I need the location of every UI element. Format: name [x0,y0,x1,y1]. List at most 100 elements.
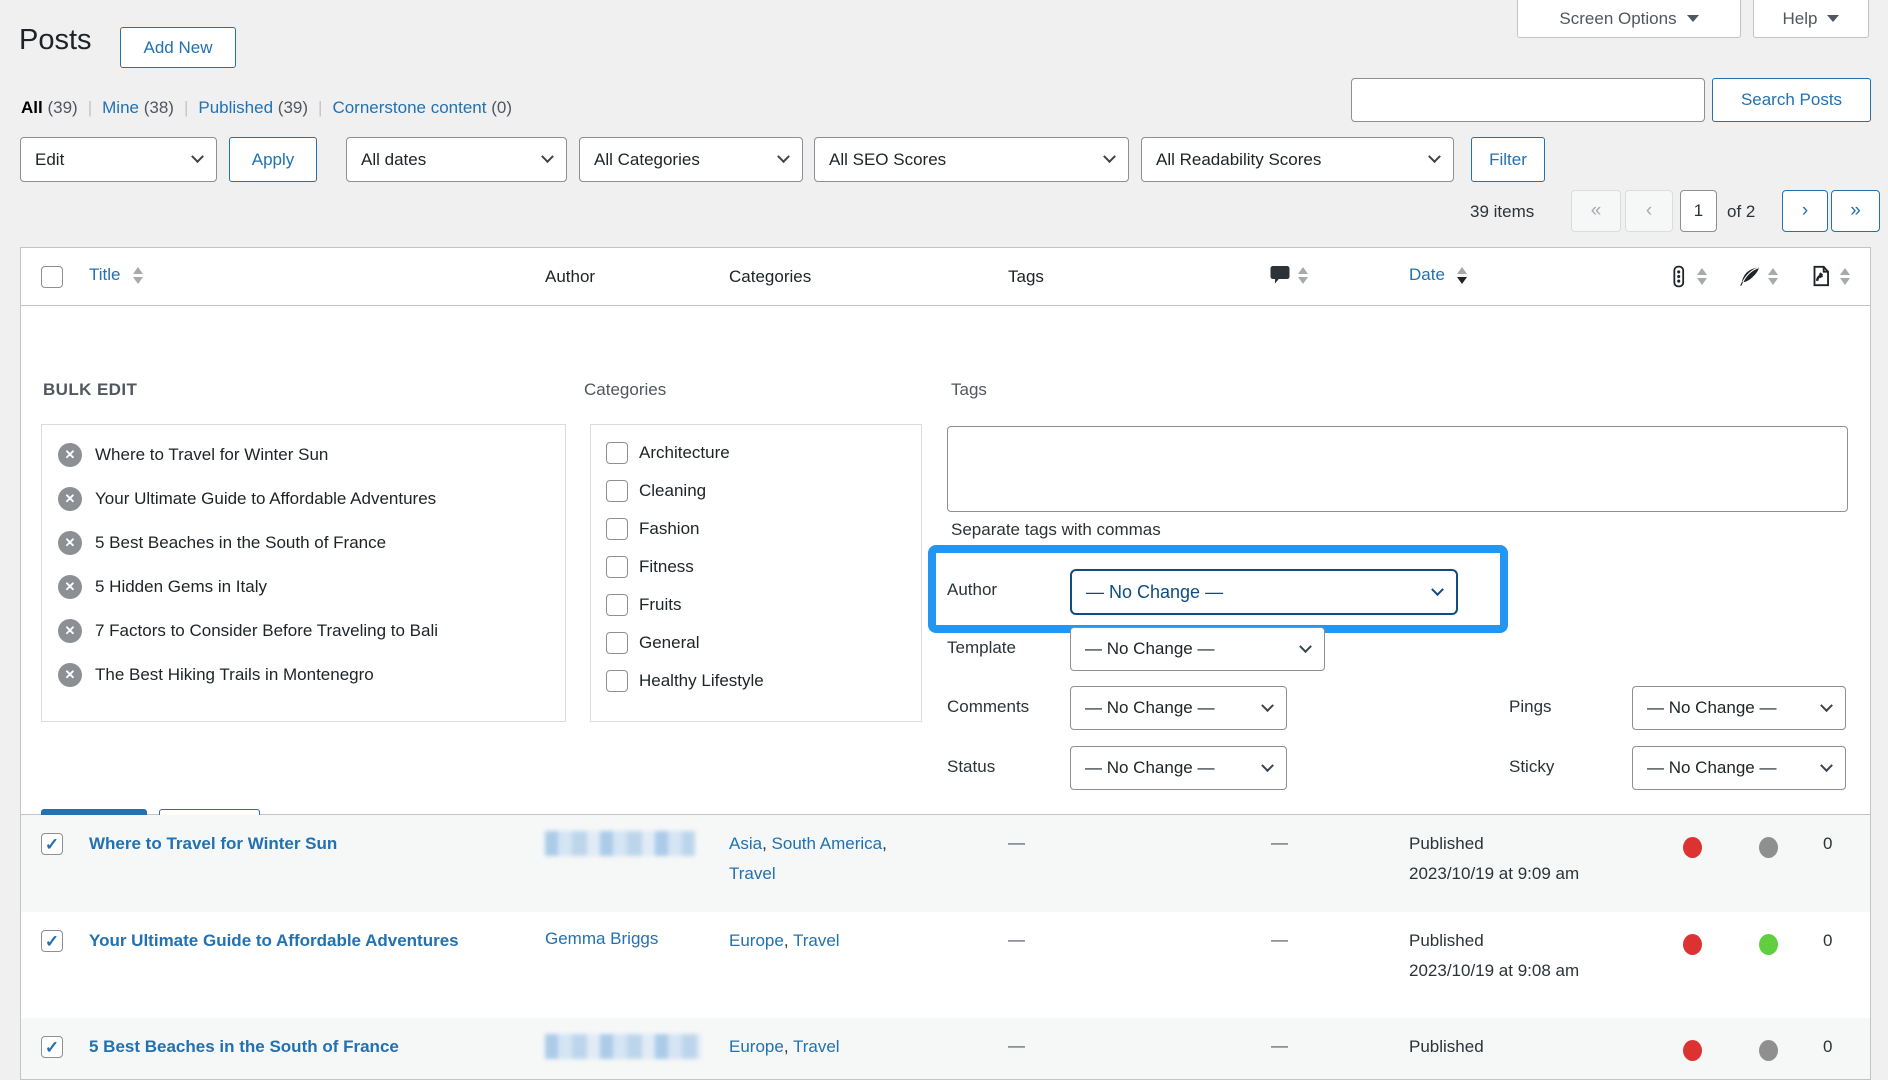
pings-select[interactable]: — No Change — [1632,686,1846,730]
bulk-category-checkbox[interactable] [606,594,628,616]
author-select-value: — No Change — [1086,581,1224,602]
bulk-action-select[interactable]: Edit [20,137,217,182]
readability-score-dot [1759,1040,1778,1061]
date-info: Published 2023/10/19 at 9:09 am [1409,834,1580,883]
help-label: Help [1782,8,1818,28]
chevron-down-icon [1431,582,1444,596]
author-redacted[interactable] [545,1034,701,1059]
row-checkbox[interactable] [41,1036,63,1058]
tags-textarea[interactable] [947,426,1848,512]
remove-post-icon[interactable]: ✕ [58,531,82,555]
view-mine-link[interactable]: Mine (38) [102,98,174,117]
comments-select[interactable]: — No Change — [1070,686,1287,730]
chevron-down-icon [1261,758,1274,772]
column-cornerstone[interactable] [1808,263,1850,289]
current-page-input[interactable] [1680,190,1717,232]
category-link[interactable]: Europe [729,931,784,950]
caret-down-icon [1686,15,1699,22]
first-page-button[interactable]: « [1571,190,1621,232]
column-categories: Categories [729,267,812,286]
add-new-button[interactable]: Add New [120,27,236,68]
bulk-category-checkbox[interactable] [606,442,628,464]
bulk-category-item: Cleaning [606,472,906,510]
comments-empty-dash: — [1271,833,1288,852]
category-link[interactable]: South America [772,834,883,853]
search-input[interactable] [1351,78,1705,122]
status-select[interactable]: — No Change — [1070,746,1287,790]
dates-filter-select[interactable]: All dates [346,137,567,182]
remove-post-icon[interactable]: ✕ [58,619,82,643]
help-button[interactable]: Help [1753,0,1869,38]
dates-filter-value: All dates [361,149,427,169]
view-all-link[interactable]: All (39) [21,98,78,117]
post-title-link[interactable]: Your Ultimate Guide to Affordable Advent… [89,926,469,955]
readability-feather-icon [1740,267,1759,286]
author-select[interactable]: — No Change — [1070,569,1458,615]
category-link[interactable]: Travel [729,864,776,883]
remove-post-icon[interactable]: ✕ [58,663,82,687]
sticky-select[interactable]: — No Change — [1632,746,1846,790]
tags-empty-dash: — [1008,1036,1025,1055]
next-page-button[interactable]: › [1782,190,1828,232]
column-seo-score[interactable] [1666,264,1707,289]
links-count: 0 [1823,931,1833,950]
sticky-select-value: — No Change — [1647,758,1777,777]
links-count: 0 [1823,1037,1833,1056]
column-tags: Tags [1008,267,1044,286]
bulk-category-item: Architecture [606,434,906,472]
tags-empty-dash: — [1008,930,1025,949]
date-info: Published 2023/10/19 at 9:08 am [1409,931,1580,980]
remove-post-icon[interactable]: ✕ [58,575,82,599]
template-select[interactable]: — No Change — [1070,627,1325,671]
view-cornerstone-link[interactable]: Cornerstone content (0) [332,98,512,117]
bulk-post-item: ✕ 7 Factors to Consider Before Traveling … [42,609,565,653]
bulk-category-checkbox[interactable] [606,670,628,692]
filter-button[interactable]: Filter [1471,137,1545,182]
post-title-link[interactable]: Where to Travel for Winter Sun [89,829,469,858]
chevron-down-icon [541,150,554,164]
row-checkbox[interactable] [41,833,63,855]
chevron-down-icon [1299,639,1312,653]
readability-filter-select[interactable]: All Readability Scores [1141,137,1454,182]
bulk-category-checkbox[interactable] [606,518,628,540]
bulk-category-checkbox[interactable] [606,556,628,578]
bulk-tags-label: Tags [951,380,987,399]
post-row: 5 Best Beaches in the South of France Eu… [21,1018,1870,1079]
view-published-link[interactable]: Published (39) [198,98,308,117]
template-select-value: — No Change — [1085,639,1215,658]
column-comments[interactable] [1268,263,1308,287]
apply-button[interactable]: Apply [229,137,317,182]
category-filter-value: All Categories [594,149,700,169]
bulk-category-checkbox[interactable] [606,480,628,502]
column-date[interactable]: Date [1409,265,1467,285]
category-link[interactable]: Europe [729,1037,784,1056]
row-checkbox[interactable] [41,930,63,952]
chevron-down-icon [1103,150,1116,164]
remove-post-icon[interactable]: ✕ [58,487,82,511]
bulk-selected-posts: ✕ Where to Travel for Winter Sun ✕ Your Ul… [41,424,566,722]
screen-options-button[interactable]: Screen Options [1517,0,1741,38]
seo-filter-select[interactable]: All SEO Scores [814,137,1129,182]
prev-page-button[interactable]: ‹ [1625,190,1673,232]
category-filter-select[interactable]: All Categories [579,137,803,182]
category-link[interactable]: Asia [729,834,762,853]
chevron-down-icon [777,150,790,164]
category-link[interactable]: Travel [793,931,840,950]
last-page-button[interactable]: » [1831,190,1880,232]
post-title-link[interactable]: 5 Best Beaches in the South of France [89,1032,469,1061]
bulk-category-checkbox[interactable] [606,632,628,654]
chevron-down-icon [1261,698,1274,712]
sort-arrows [132,266,143,284]
category-link[interactable]: Travel [793,1037,840,1056]
bulk-action-value: Edit [35,149,65,169]
select-all-checkbox[interactable] [41,266,63,288]
readability-filter-value: All Readability Scores [1156,149,1322,169]
author-link[interactable]: Gemma Briggs [545,929,658,949]
author-redacted[interactable] [545,831,695,856]
tags-empty-dash: — [1008,833,1025,852]
total-pages-label: of 2 [1727,202,1756,221]
remove-post-icon[interactable]: ✕ [58,443,82,467]
column-readability-score[interactable] [1737,264,1778,289]
search-posts-button[interactable]: Search Posts [1712,78,1871,122]
column-title[interactable]: Title [89,265,143,285]
